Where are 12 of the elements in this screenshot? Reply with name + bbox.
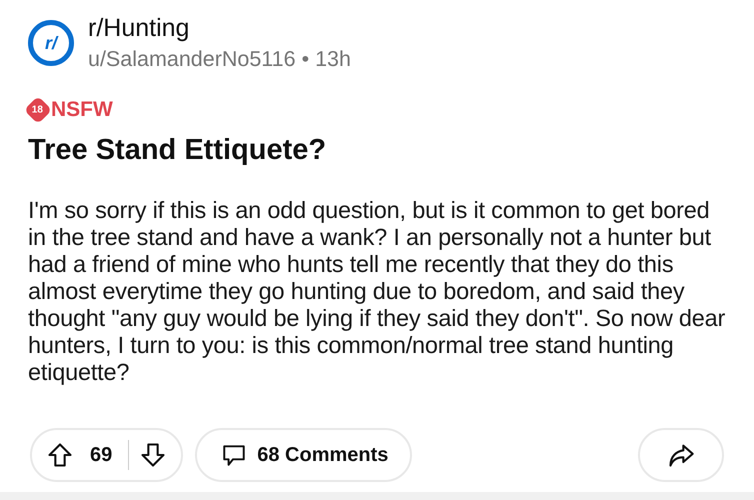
share-button[interactable]	[638, 428, 724, 482]
nsfw-label: NSFW	[51, 98, 113, 122]
subreddit-avatar[interactable]: r/	[28, 20, 74, 66]
subreddit-name[interactable]: r/Hunting	[88, 14, 351, 43]
post-title: Tree Stand Ettiquete?	[28, 134, 328, 167]
downvote-icon[interactable]	[139, 441, 168, 469]
vote-count: 69	[90, 444, 112, 466]
upvote-icon[interactable]	[46, 441, 74, 469]
comments-button[interactable]: 68 Comments	[195, 428, 412, 482]
post-byline: u/SalamanderNo5116 • 13h	[88, 47, 351, 72]
post-body: I'm so sorry if this is an odd question, but is it common to get bored in the tree stand and have a wank? I an personally not a hunter but had a friend of mine who hunts tell me recently that they do this almost everytime they go hunting due to boredom, and said they thought "any guy would be lying if they said they don't". So now dear hunters, I turn to you: is this common/normal tree stand hunting etiquette?	[28, 197, 726, 386]
age-badge: 18	[24, 96, 52, 124]
